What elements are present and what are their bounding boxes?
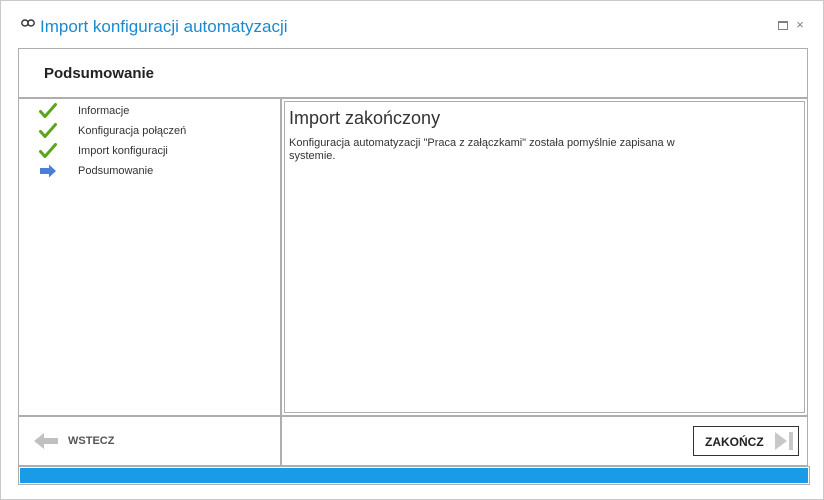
content-area: Import zakończony Konfiguracja automatyz… xyxy=(284,101,805,413)
header-panel: Podsumowanie xyxy=(18,48,808,98)
step-label: Import konfiguracji xyxy=(78,145,168,157)
check-icon xyxy=(39,103,57,118)
finish-button-label: ZAKOŃCZ xyxy=(705,435,764,449)
steps-panel: Informacje Konfiguracja połączeń Import … xyxy=(18,98,281,416)
footer-right: ZAKOŃCZ xyxy=(281,416,808,466)
maximize-button[interactable] xyxy=(777,19,789,31)
title-bar: Import konfiguracji automatyzacji × xyxy=(1,1,823,47)
progress-bar xyxy=(18,466,810,485)
content-panel: Import zakończony Konfiguracja automatyz… xyxy=(281,98,808,416)
progress-fill xyxy=(20,468,808,483)
link-icon xyxy=(21,19,35,27)
step-label: Konfiguracja połączeń xyxy=(78,125,187,137)
skip-forward-icon xyxy=(775,432,793,450)
content-message: Konfiguracja automatyzacji "Praca z załą… xyxy=(289,137,675,162)
back-button[interactable]: WSTECZ xyxy=(33,429,153,453)
finish-button[interactable]: ZAKOŃCZ xyxy=(693,426,799,456)
content-title: Import zakończony xyxy=(289,108,441,128)
dialog-window: Import konfiguracji automatyzacji × Pods… xyxy=(0,0,824,500)
arrow-left-icon xyxy=(34,433,58,449)
check-icon xyxy=(39,143,57,158)
back-button-label: WSTECZ xyxy=(68,435,115,447)
check-icon xyxy=(39,123,57,138)
page-title: Podsumowanie xyxy=(44,65,155,82)
maximize-icon xyxy=(778,21,788,30)
footer-left: WSTECZ xyxy=(18,416,281,466)
window-title: Import konfiguracji automatyzacji xyxy=(40,17,288,36)
close-icon: × xyxy=(796,17,804,32)
step-label: Podsumowanie xyxy=(78,165,154,177)
arrow-right-icon xyxy=(40,164,56,178)
close-button[interactable]: × xyxy=(794,17,806,32)
step-label: Informacje xyxy=(78,105,130,117)
